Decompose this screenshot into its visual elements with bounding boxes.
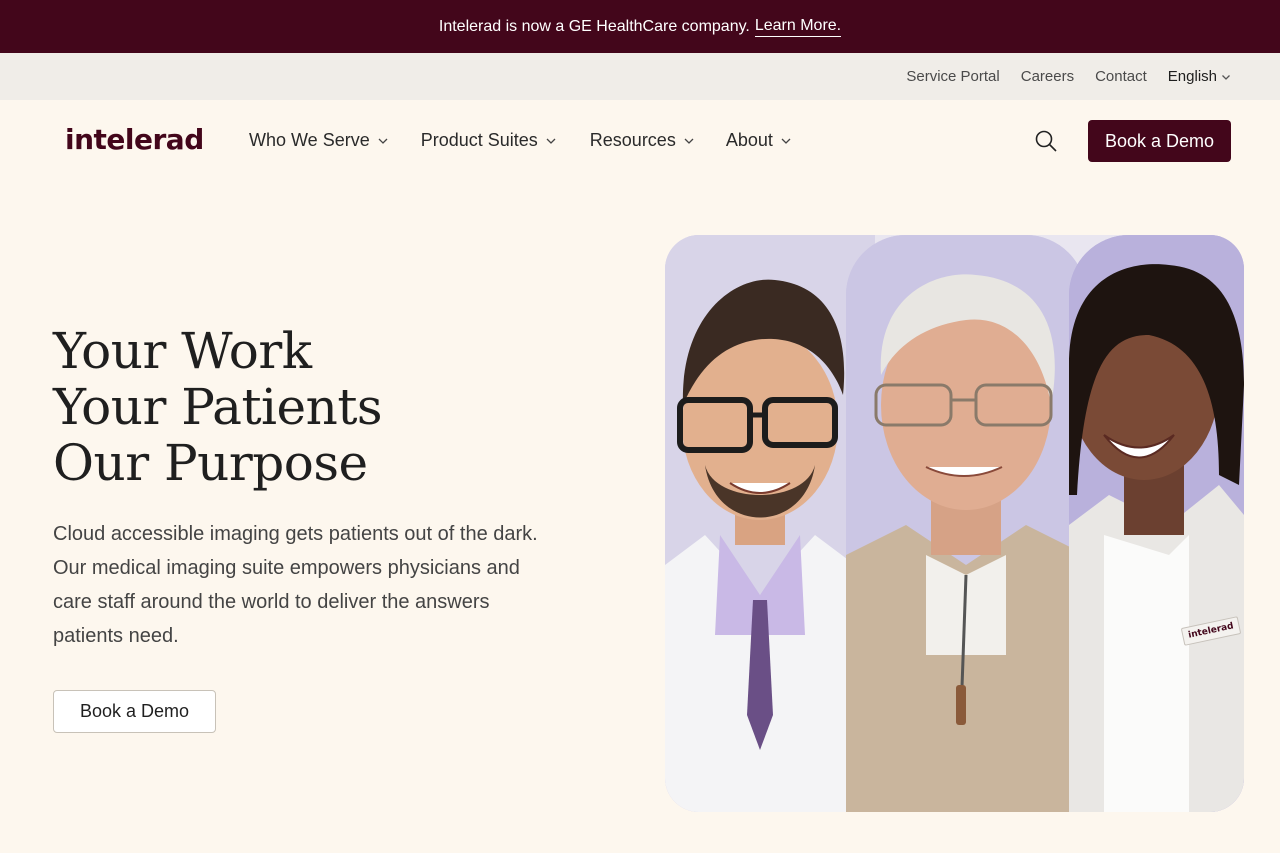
hero-photo-collage: intelerad	[665, 235, 1244, 812]
chevron-down-icon	[378, 138, 388, 144]
utility-nav: Service Portal Careers Contact English	[0, 53, 1280, 100]
announcement-text: Intelerad is now a GE HealthCare company…	[438, 17, 750, 35]
hero-title-line: Your Patients	[53, 378, 383, 436]
menu-label: Who We Serve	[249, 130, 370, 150]
careers-link[interactable]: Careers	[1021, 68, 1074, 85]
photo-senior-man	[846, 235, 1086, 812]
menu-who-we-serve[interactable]: Who We Serve	[249, 130, 388, 151]
hero-title-line: Your Work	[53, 322, 312, 380]
contact-link[interactable]: Contact	[1095, 68, 1147, 85]
service-portal-link[interactable]: Service Portal	[906, 68, 999, 85]
clinician-woman-illustration	[1069, 235, 1244, 812]
main-nav: intelerad Who We Serve Product Suites Re…	[0, 100, 1280, 182]
senior-man-illustration	[846, 235, 1086, 812]
hero-title-line: Our Purpose	[53, 434, 368, 492]
menu-resources[interactable]: Resources	[590, 130, 694, 151]
menu-label: Resources	[589, 130, 676, 150]
learn-more-link[interactable]: Learn More.	[754, 17, 842, 37]
hero-title: Your Work Your Patients Our Purpose	[53, 322, 383, 492]
book-demo-hero-button[interactable]: Book a Demo	[53, 690, 216, 733]
menu-label: About	[725, 130, 773, 150]
menu-label: Product Suites	[420, 130, 538, 150]
language-label: English	[1167, 68, 1217, 85]
photo-clinician-woman: intelerad	[1069, 235, 1244, 812]
announcement-bar: Intelerad is now a GE HealthCare company…	[0, 0, 1280, 53]
hero-description: Cloud accessible imaging gets patients o…	[53, 523, 538, 647]
primary-menu: Who We Serve Product Suites Resources Ab…	[249, 130, 791, 151]
chevron-down-icon	[781, 138, 791, 144]
chevron-down-icon	[546, 138, 556, 144]
book-demo-header-button[interactable]: Book a Demo	[1088, 120, 1231, 162]
search-icon[interactable]	[1034, 129, 1058, 153]
doctor-illustration	[665, 235, 875, 812]
photo-doctor	[665, 235, 875, 812]
menu-product-suites[interactable]: Product Suites	[421, 130, 556, 151]
menu-about[interactable]: About	[726, 130, 791, 151]
chevron-down-icon	[1222, 74, 1230, 80]
intelerad-logo[interactable]: intelerad	[65, 123, 204, 156]
chevron-down-icon	[684, 138, 694, 144]
language-selector[interactable]: English	[1168, 68, 1231, 85]
